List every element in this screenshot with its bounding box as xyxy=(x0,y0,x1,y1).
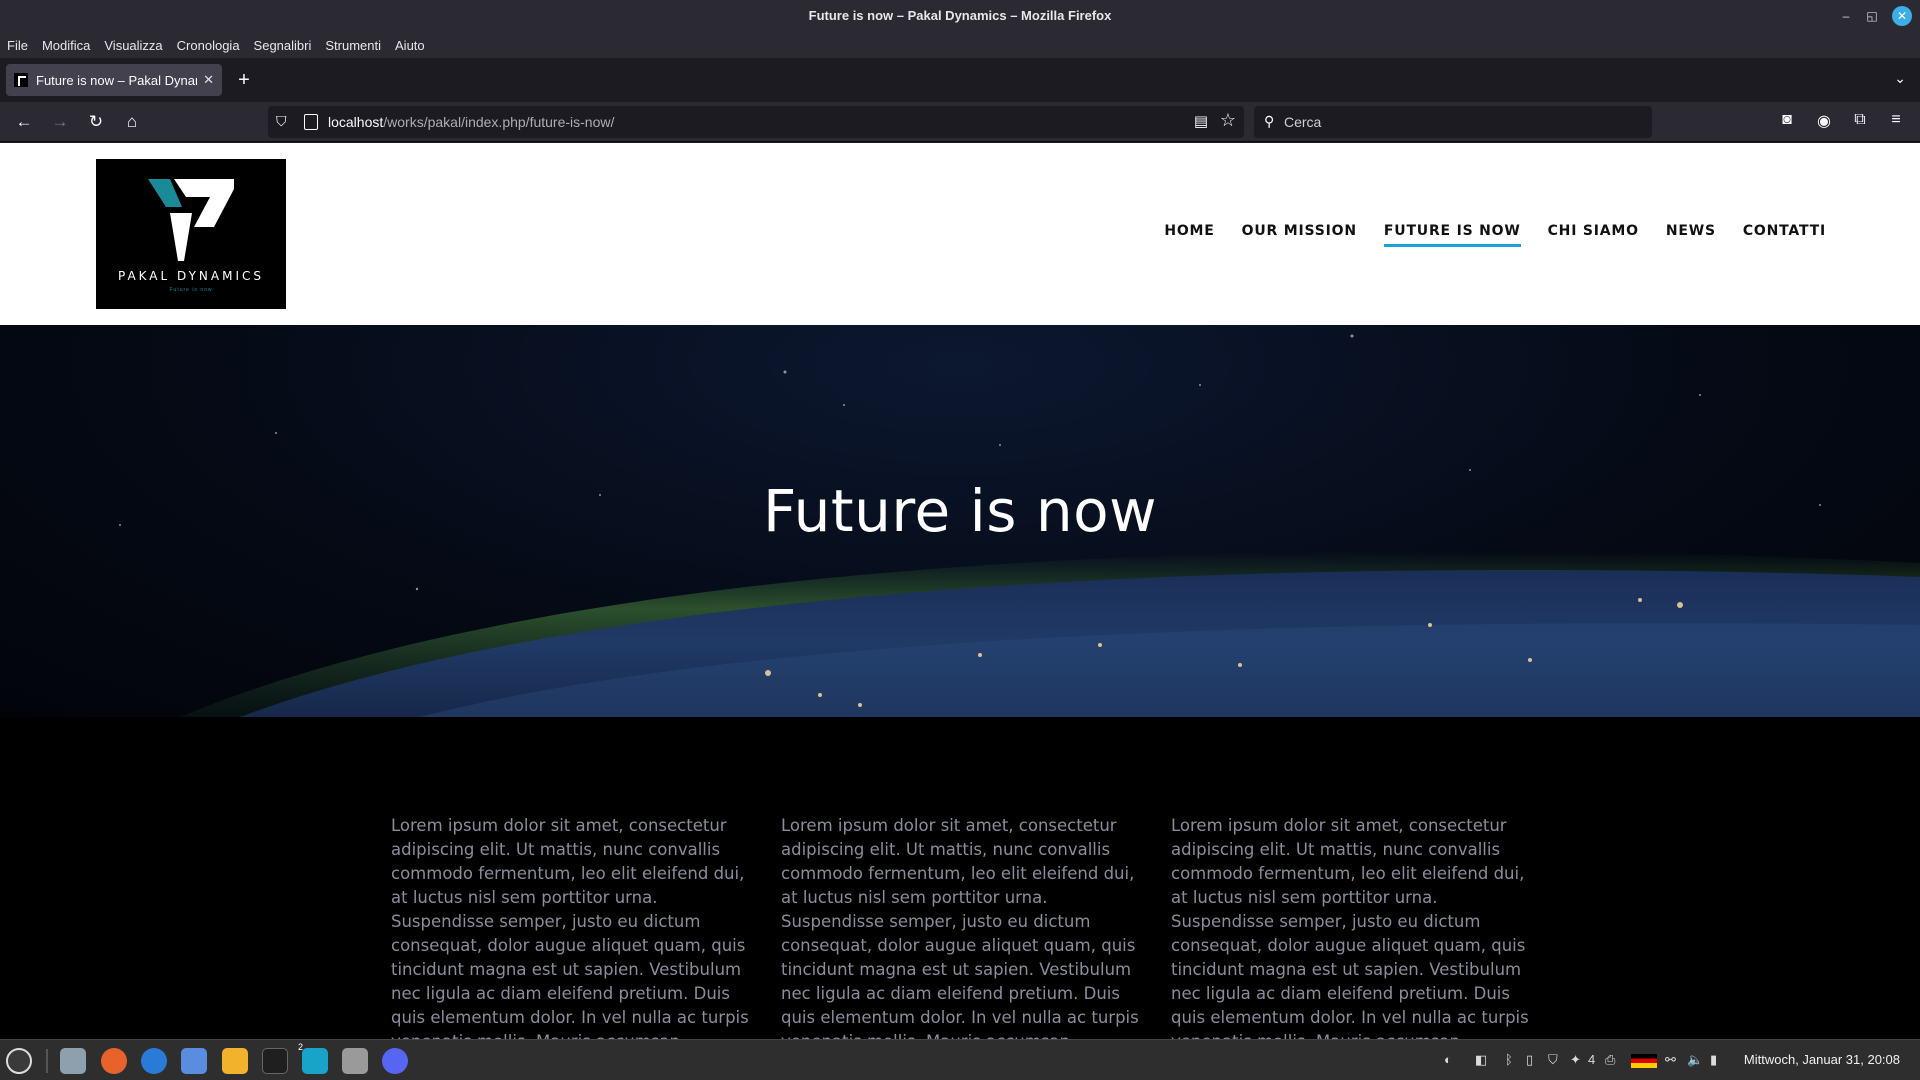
notification-count: 4 xyxy=(1588,1052,1596,1067)
taskbar: 2 ◐ ◧ ᛒ ▯ ⛉ ✦ 4 ⎙ ⚯ 🔈 ▮ Mittwoch, Januar… xyxy=(0,1039,1920,1080)
menu-modifica[interactable]: Modifica xyxy=(42,38,90,53)
bookmark-star-icon[interactable]: ☆ xyxy=(1220,110,1236,131)
terminal-icon[interactable] xyxy=(262,1048,288,1074)
nav-future-is-now[interactable]: FUTURE IS NOW xyxy=(1383,223,1521,247)
content-section: Lorem ipsum dolor sit amet, consectetur … xyxy=(0,717,1920,1039)
hamburger-menu-icon[interactable]: ≡ xyxy=(1885,111,1907,129)
web-page: PAKAL DYNAMICS Future is now HOME OUR MI… xyxy=(0,143,1920,1039)
hero-banner: Future is now xyxy=(0,325,1920,717)
home-button[interactable]: ⌂ xyxy=(120,110,144,134)
account-icon[interactable]: ◉ xyxy=(1813,111,1835,131)
discord-icon[interactable] xyxy=(382,1048,408,1074)
webstorm-tray-icon[interactable]: ◧ xyxy=(1475,1052,1487,1068)
printer-icon[interactable]: ⎙ xyxy=(1605,1052,1615,1068)
new-tab-button[interactable]: + xyxy=(234,70,254,90)
site-logo[interactable]: PAKAL DYNAMICS Future is now xyxy=(96,159,286,309)
tab-strip: Future is now – Pakal Dynamics ✕ + ⌄ xyxy=(0,58,1920,102)
menu-bar: File Modifica Visualizza Cronologia Segn… xyxy=(0,32,1920,58)
nav-news[interactable]: NEWS xyxy=(1666,223,1716,247)
content-column-1: Lorem ipsum dolor sit amet, consectetur … xyxy=(391,816,749,1039)
search-placeholder: Cerca xyxy=(1284,114,1322,130)
pocket-icon[interactable]: ◙ xyxy=(1776,111,1798,129)
address-bar[interactable]: ⛉ localhost/works/pakal/index.php/future… xyxy=(268,106,1244,138)
navigation-toolbar: ← → ↻ ⌂ ⛉ localhost/works/pakal/index.ph… xyxy=(0,102,1920,142)
search-icon: ⚲ xyxy=(1264,113,1275,129)
extensions-icon[interactable]: ⧉ xyxy=(1849,111,1871,129)
menu-file[interactable]: File xyxy=(7,38,28,53)
calculator-icon[interactable] xyxy=(222,1048,248,1074)
workspace-badge: 2 xyxy=(298,1042,304,1052)
update-shield-icon[interactable]: ⛉ xyxy=(1548,1052,1558,1068)
menu-visualizza[interactable]: Visualizza xyxy=(104,38,162,53)
url-host: localhost xyxy=(328,114,384,130)
nav-home[interactable]: HOME xyxy=(1164,223,1214,247)
url-path: /works/pakal/index.php/future-is-now/ xyxy=(383,114,615,130)
page-info-icon[interactable] xyxy=(304,114,318,130)
screenshot-icon[interactable] xyxy=(181,1048,207,1074)
window-title: Future is now – Pakal Dynamics – Mozilla… xyxy=(808,8,1112,23)
nav-our-mission[interactable]: OUR MISSION xyxy=(1242,223,1357,247)
volume-icon[interactable]: 🔈 xyxy=(1687,1052,1703,1068)
tab-close-icon[interactable]: ✕ xyxy=(203,72,214,88)
content-column-3: Lorem ipsum dolor sit amet, consectetur … xyxy=(1171,816,1529,1039)
bluetooth-icon[interactable]: ᛒ xyxy=(1505,1052,1513,1067)
discord-tray-icon[interactable]: ◐ xyxy=(1444,1052,1452,1067)
url-text[interactable]: localhost/works/pakal/index.php/future-i… xyxy=(328,114,614,130)
pakal-logo-mark-icon xyxy=(148,179,234,261)
window-titlebar: Future is now – Pakal Dynamics – Mozilla… xyxy=(0,0,1920,32)
menu-aiuto[interactable]: Aiuto xyxy=(395,38,425,53)
thunderbird-icon[interactable] xyxy=(141,1048,167,1074)
list-all-tabs-icon[interactable]: ⌄ xyxy=(1894,70,1906,87)
clipboard-icon[interactable]: ▯ xyxy=(1526,1052,1533,1068)
reload-button[interactable]: ↻ xyxy=(84,110,108,134)
taskbar-clock[interactable]: Mittwoch, Januar 31, 20:08 xyxy=(1744,1052,1900,1067)
nav-chi-siamo[interactable]: CHI SIAMO xyxy=(1548,223,1639,247)
restore-button[interactable]: ◱ xyxy=(1862,6,1882,26)
site-favicon-icon xyxy=(14,73,28,87)
content-column-2: Lorem ipsum dolor sit amet, consectetur … xyxy=(781,816,1139,1039)
minimize-button[interactable]: – xyxy=(1836,6,1856,26)
keyboard-layout-de-flag-icon[interactable] xyxy=(1631,1054,1657,1068)
hero-title: Future is now xyxy=(762,477,1158,545)
logo-brand-text: PAKAL DYNAMICS xyxy=(117,269,265,283)
taskbar-separator xyxy=(46,1049,48,1073)
battery-icon[interactable]: ▮ xyxy=(1710,1052,1717,1068)
site-nav: HOME OUR MISSION FUTURE IS NOW CHI SIAMO… xyxy=(1137,223,1826,247)
search-bar[interactable]: ⚲ Cerca xyxy=(1254,106,1652,138)
browser-tab[interactable]: Future is now – Pakal Dynamics ✕ xyxy=(6,64,222,96)
menu-segnalibri[interactable]: Segnalibri xyxy=(254,38,312,53)
menu-cronologia[interactable]: Cronologia xyxy=(177,38,240,53)
logo-tagline: Future is now xyxy=(169,287,213,293)
back-button[interactable]: ← xyxy=(12,110,36,134)
tab-title: Future is now – Pakal Dynamics xyxy=(36,72,197,88)
site-header: PAKAL DYNAMICS Future is now HOME OUR MI… xyxy=(0,143,1920,325)
mint-menu-icon[interactable] xyxy=(6,1048,32,1074)
notifications-icon[interactable]: ✦ xyxy=(1570,1052,1581,1068)
network-icon[interactable]: ⚯ xyxy=(1665,1052,1676,1068)
forward-button[interactable]: → xyxy=(48,110,72,134)
nav-contatti[interactable]: CONTATTI xyxy=(1743,223,1826,247)
firefox-icon[interactable] xyxy=(101,1048,127,1074)
settings-icon[interactable] xyxy=(342,1048,368,1074)
reader-view-icon[interactable]: ▤ xyxy=(1194,112,1208,130)
webstorm-icon[interactable]: 2 xyxy=(298,1042,328,1074)
files-icon[interactable] xyxy=(60,1048,86,1074)
menu-strumenti[interactable]: Strumenti xyxy=(325,38,381,53)
tracking-protection-shield-icon[interactable]: ⛉ xyxy=(276,113,292,131)
close-window-button[interactable]: ✕ xyxy=(1892,6,1912,26)
